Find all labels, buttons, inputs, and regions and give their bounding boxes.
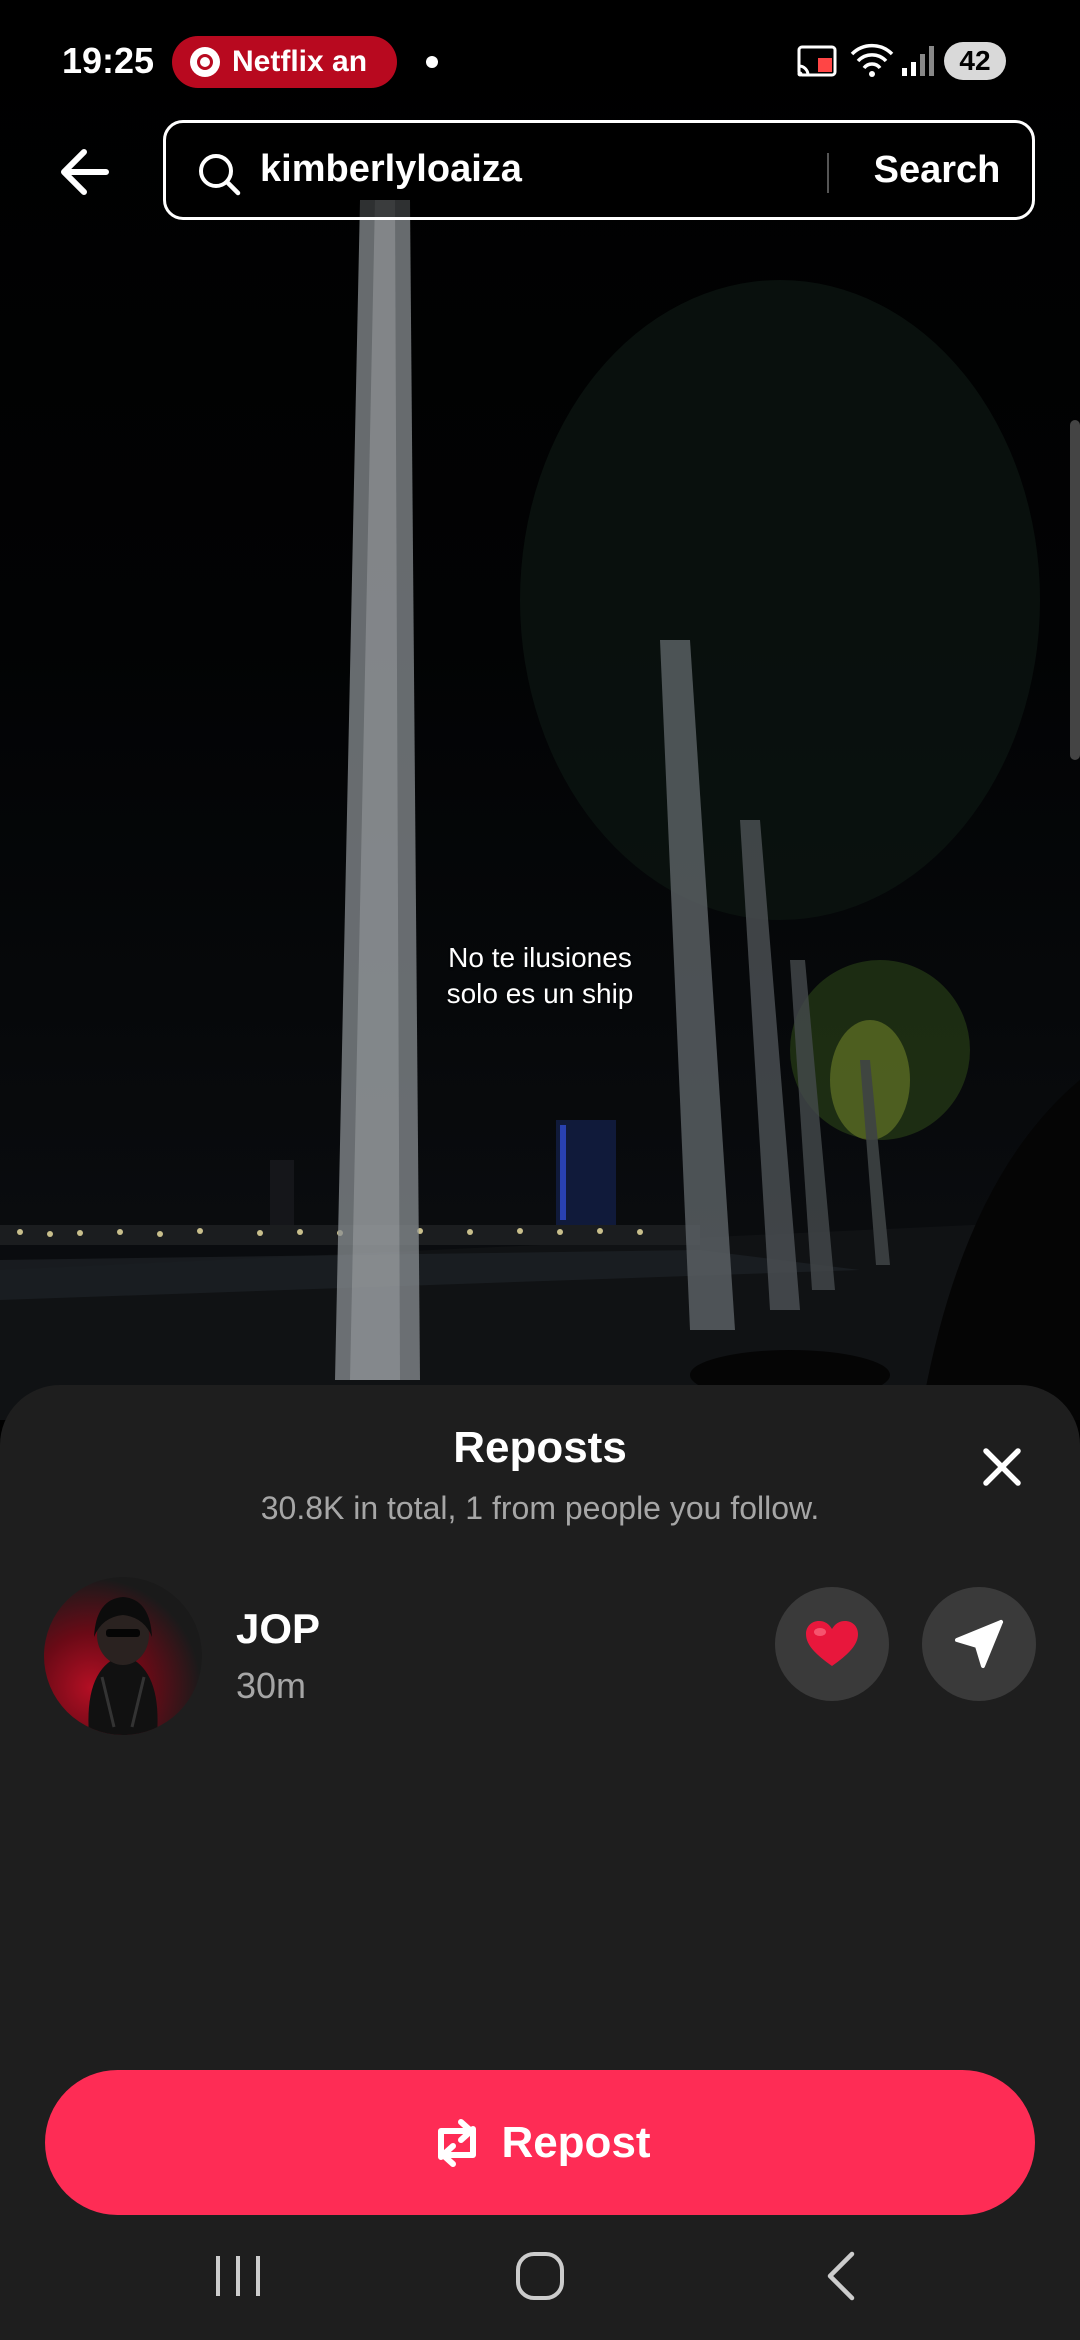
scroll-indicator[interactable] bbox=[1070, 420, 1080, 760]
notification-dot bbox=[426, 56, 438, 68]
system-nav-bar bbox=[0, 2220, 1080, 2340]
sheet-title: Reposts bbox=[453, 1423, 627, 1472]
list-item[interactable]: JOP 30m bbox=[0, 1577, 1080, 1747]
recents-icon[interactable] bbox=[210, 2252, 266, 2300]
search-input[interactable]: kimberlyloaiza bbox=[260, 148, 522, 191]
notification-label: Netflix an bbox=[232, 45, 368, 78]
video-caption: No te ilusiones solo es un ship bbox=[0, 940, 1080, 1012]
send-icon bbox=[955, 1620, 1003, 1668]
repost-time: 30m bbox=[236, 1665, 307, 1706]
signal-icon bbox=[902, 46, 934, 76]
battery-indicator: 42 bbox=[944, 42, 1006, 80]
search-divider bbox=[827, 153, 829, 193]
video-caption-line: No te ilusiones bbox=[448, 942, 632, 973]
cast-icon bbox=[797, 45, 837, 77]
status-bar: 19:25 Netflix an 42 bbox=[0, 0, 1080, 120]
status-time: 19:25 bbox=[62, 40, 155, 81]
heart-icon bbox=[806, 1621, 858, 1666]
home-icon[interactable] bbox=[514, 2250, 566, 2302]
repost-icon bbox=[438, 2118, 477, 2167]
netflix-icon bbox=[190, 47, 220, 77]
repost-button[interactable]: Repost bbox=[45, 2070, 1035, 2215]
repost-button-label: Repost bbox=[501, 2117, 651, 2167]
avatar[interactable] bbox=[44, 1577, 202, 1735]
back-arrow-icon[interactable] bbox=[54, 140, 118, 204]
video-caption-line: solo es un ship bbox=[446, 978, 634, 1009]
search-icon bbox=[199, 154, 241, 196]
like-button[interactable] bbox=[775, 1587, 889, 1701]
sheet-subtitle: 30.8K in total, 1 from people you follow… bbox=[260, 1490, 820, 1526]
nav-back-icon[interactable] bbox=[820, 2250, 864, 2302]
notification-pill[interactable]: Netflix an bbox=[172, 36, 397, 88]
wifi-icon bbox=[850, 43, 894, 77]
search-bar[interactable]: kimberlyloaiza Search bbox=[163, 120, 1035, 220]
reposts-sheet: Reposts 30.8K in total, 1 from people yo… bbox=[0, 1385, 1080, 2340]
user-name[interactable]: JOP bbox=[236, 1605, 320, 1653]
search-button[interactable]: Search bbox=[842, 123, 1032, 217]
send-button[interactable] bbox=[922, 1587, 1036, 1701]
avatar-image bbox=[88, 1597, 158, 1735]
